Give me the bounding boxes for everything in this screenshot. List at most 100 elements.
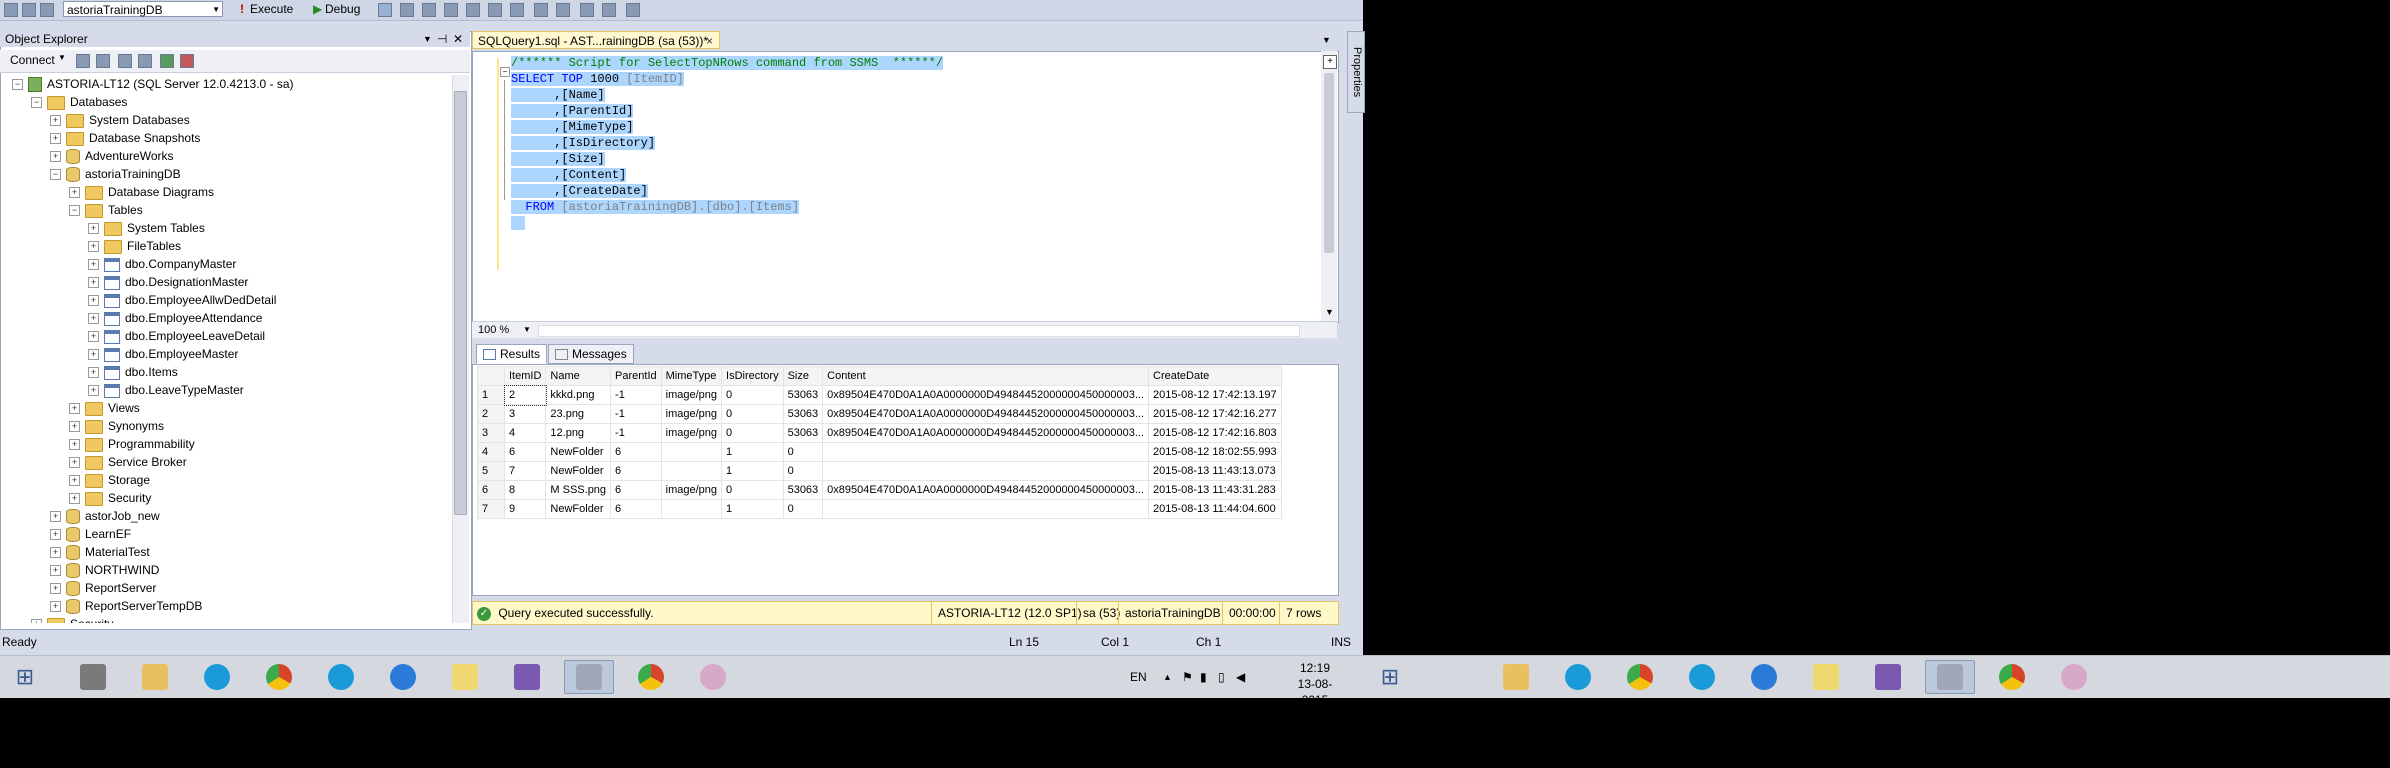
power-icon[interactable]: ▯ <box>1218 669 1225 685</box>
expand-icon[interactable]: + <box>88 313 99 325</box>
tree-node[interactable]: + Views <box>69 399 140 417</box>
expand-icon[interactable]: + <box>88 223 99 235</box>
taskbar-app-7[interactable] <box>440 660 490 694</box>
connect-object-explorer-icon[interactable] <box>76 54 90 68</box>
object-explorer-scroll-thumb[interactable] <box>454 91 467 515</box>
expand-icon[interactable]: + <box>50 115 61 127</box>
results-text-icon[interactable] <box>466 3 480 17</box>
table-row[interactable]: 2 3 23.png -1 image/png 0 53063 0x89504E470D0A1… <box>477 404 1282 424</box>
pin-icon[interactable]: ⊣ <box>437 31 447 47</box>
tray-expand-icon[interactable]: ▲ <box>1163 669 1172 685</box>
tree-node[interactable]: + ReportServer <box>50 579 156 597</box>
grid-cell[interactable]: 6 <box>610 499 662 519</box>
grid-cell[interactable] <box>660 461 723 481</box>
clock[interactable]: 12:19 13-08-2015 <box>1285 660 1345 708</box>
tree-node[interactable]: + AdventureWorks <box>50 147 173 165</box>
taskbar-app-2[interactable] <box>130 660 180 694</box>
grid-cell[interactable]: 2015-08-12 17:42:16.277 <box>1148 404 1282 424</box>
expand-icon[interactable]: + <box>69 475 80 487</box>
split-icon[interactable]: + <box>1323 55 1337 69</box>
tab-results[interactable]: Results <box>476 344 548 364</box>
tab-messages[interactable]: Messages <box>548 344 634 364</box>
query-options-icon[interactable] <box>22 3 36 17</box>
specify-values-icon[interactable] <box>626 3 640 17</box>
start-button-secondary[interactable]: ⊞ <box>1365 660 1415 694</box>
taskbar-app-8[interactable] <box>502 660 552 694</box>
tree-node[interactable]: + Service Broker <box>69 453 187 471</box>
close-icon[interactable]: ✕ <box>453 31 463 47</box>
grid-cell[interactable]: 7 <box>503 461 547 481</box>
taskbar2-app-1[interactable] <box>1491 660 1541 694</box>
row-number[interactable]: 7 <box>477 499 505 519</box>
expand-icon[interactable]: + <box>88 241 99 253</box>
table-row[interactable]: 5 7 NewFolder 6 1 0 2015-08-13 11:43:13.073 <box>477 461 1282 481</box>
summary-icon[interactable] <box>180 54 194 68</box>
tree-node[interactable]: + astorJob_new <box>50 507 160 525</box>
row-number[interactable]: 3 <box>477 423 505 443</box>
tree-node[interactable]: − Databases <box>31 93 127 111</box>
tree-node[interactable]: + dbo.Items <box>88 363 178 381</box>
tree-node[interactable]: − Tables <box>69 201 143 219</box>
collapse-icon[interactable]: − <box>31 97 42 109</box>
tree-node[interactable]: + System Databases <box>50 111 190 129</box>
expand-icon[interactable]: + <box>88 259 99 271</box>
results-file-icon[interactable] <box>510 3 524 17</box>
editor-scroll-thumb[interactable] <box>1324 73 1334 253</box>
tree-node[interactable]: − ASTORIA-LT12 (SQL Server 12.0.4213.0 - … <box>12 75 294 93</box>
expand-icon[interactable]: + <box>88 367 99 379</box>
increase-indent-icon[interactable] <box>602 3 616 17</box>
grid-cell[interactable]: 9 <box>503 499 547 519</box>
expand-icon[interactable]: + <box>69 403 80 415</box>
expand-icon[interactable]: + <box>50 529 61 541</box>
taskbar2-app-2[interactable] <box>1553 660 1603 694</box>
column-header[interactable]: CreateDate <box>1148 366 1282 386</box>
collapse-icon[interactable]: − <box>12 79 23 91</box>
grid-cell[interactable]: 2015-08-12 17:42:16.803 <box>1148 423 1282 443</box>
grid-cell[interactable]: image/png <box>660 423 723 443</box>
grid-cell[interactable]: image/png <box>660 385 723 405</box>
grid-cell[interactable]: 12.png <box>545 423 612 443</box>
column-header[interactable]: Content <box>822 366 1150 386</box>
grid-cell[interactable]: 23.png <box>545 404 612 424</box>
grid-cell[interactable]: 53063 <box>782 423 824 443</box>
row-number[interactable]: 6 <box>477 480 505 500</box>
taskbar-app-ssms[interactable] <box>564 660 614 694</box>
expand-icon[interactable]: + <box>69 439 80 451</box>
table-row[interactable]: 1 2 kkkd.png -1 image/png 0 53063 0x89504E470D0… <box>477 384 1282 406</box>
grid-cell[interactable] <box>660 442 723 462</box>
tree-node[interactable]: + System Tables <box>88 219 205 237</box>
taskbar2-app-4[interactable] <box>1677 660 1727 694</box>
debug-button[interactable]: Debug <box>325 2 360 16</box>
grid-cell[interactable]: -1 <box>610 404 662 424</box>
grid-cell[interactable]: 1 <box>721 442 784 462</box>
tree-node[interactable]: + Storage <box>69 471 150 489</box>
display-plan-icon[interactable] <box>422 3 436 17</box>
column-header[interactable] <box>477 366 505 386</box>
tab-list-dropdown-icon[interactable]: ▼ <box>1322 35 1331 45</box>
expand-icon[interactable]: + <box>50 547 61 559</box>
tree-node[interactable]: + dbo.EmployeeAttendance <box>88 309 262 327</box>
tree-node[interactable]: + dbo.EmployeeAllwDedDetail <box>88 291 276 309</box>
grid-cell[interactable]: 0 <box>721 480 784 500</box>
expand-icon[interactable]: + <box>69 421 80 433</box>
grid-cell[interactable]: 6 <box>610 480 662 500</box>
taskbar2-app-7[interactable] <box>1863 660 1913 694</box>
grid-cell[interactable]: 0x89504E470D0A1A0A0000000D49484452000000… <box>822 385 1150 405</box>
expand-icon[interactable]: + <box>69 457 80 469</box>
grid-cell[interactable]: 1 <box>721 461 784 481</box>
properties-tab[interactable]: Properties <box>1347 31 1365 113</box>
grid-cell[interactable]: image/png <box>660 404 723 424</box>
filter-icon[interactable] <box>138 54 152 68</box>
taskbar2-app-10[interactable] <box>2049 660 2099 694</box>
row-number[interactable]: 2 <box>477 404 505 424</box>
grid-cell[interactable] <box>660 499 723 519</box>
expand-icon[interactable]: + <box>88 349 99 361</box>
grid-cell[interactable]: 0 <box>721 423 784 443</box>
tree-node[interactable]: + FileTables <box>88 237 181 255</box>
cancel-query-icon[interactable] <box>378 3 392 17</box>
expand-icon[interactable]: + <box>50 511 61 523</box>
grid-cell[interactable] <box>822 442 1150 462</box>
taskbar-app-11[interactable] <box>688 660 738 694</box>
grid-cell[interactable]: NewFolder <box>545 461 612 481</box>
table-row[interactable]: 68M SSS.png 6 image/png 0 53063 0x89504E470D0… <box>477 480 1282 500</box>
